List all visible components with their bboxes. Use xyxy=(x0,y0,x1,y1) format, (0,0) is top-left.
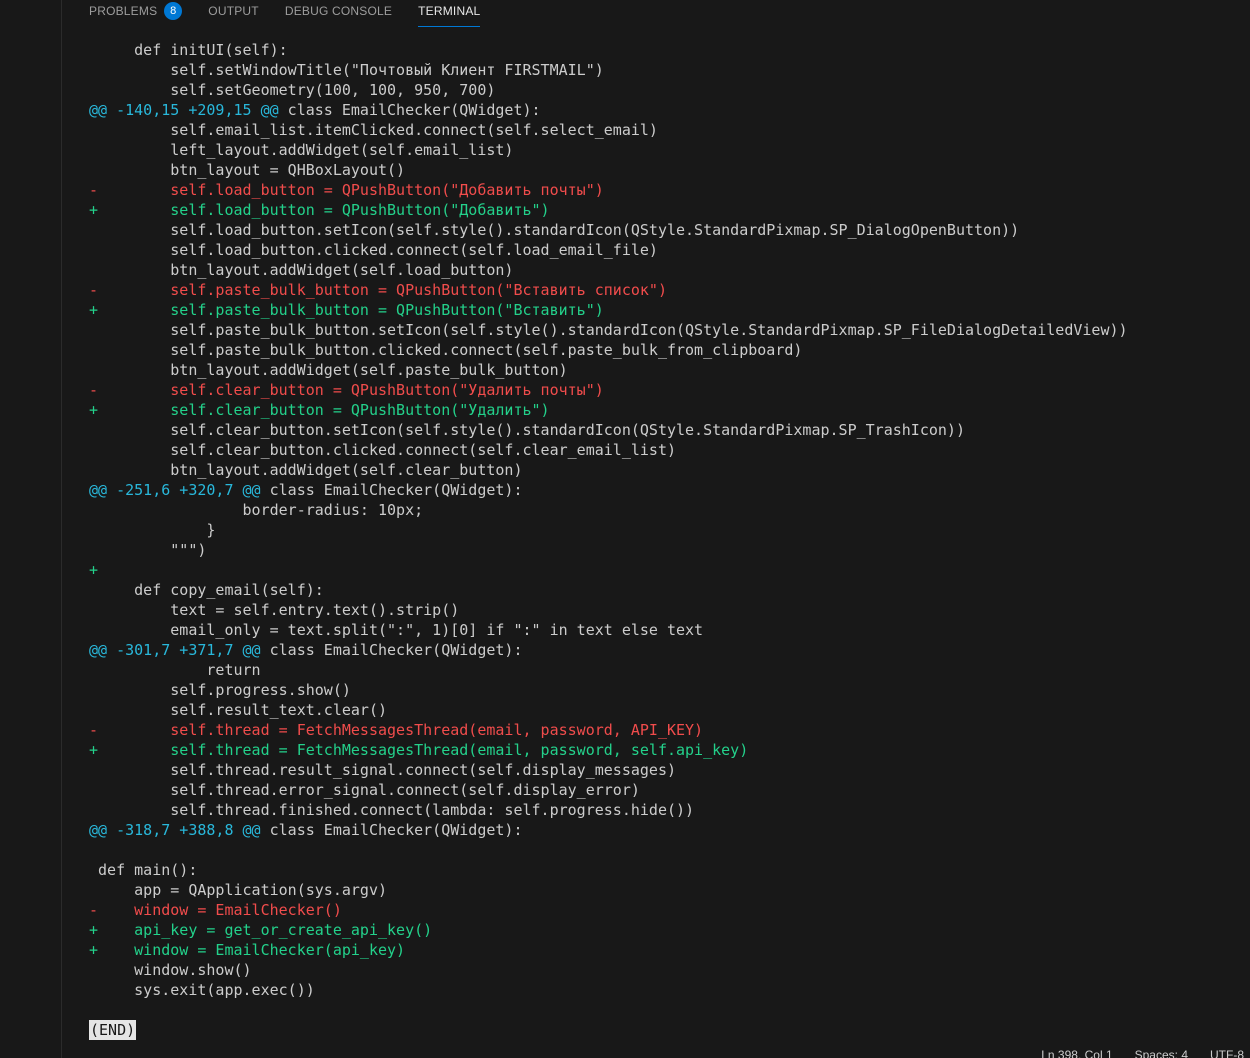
diff-line-context: btn_layout = QHBoxLayout() xyxy=(89,161,406,179)
diff-line-context: self.paste_bulk_button.setIcon(self.styl… xyxy=(89,321,1128,339)
diff-line-added: + self.thread = FetchMessagesThread(emai… xyxy=(89,741,749,759)
diff-line-context: self.load_button.setIcon(self.style().st… xyxy=(89,221,1020,239)
diff-hunk-header: @@ -251,6 +320,7 @@ class EmailChecker(Q… xyxy=(89,480,1128,500)
diff-line-context: self.email_list.itemClicked.connect(self… xyxy=(89,121,658,139)
terminal-output[interactable]: def initUI(self): self.setWindowTitle("П… xyxy=(89,40,1128,1040)
activity-bar xyxy=(0,0,62,1058)
diff-line-context xyxy=(89,1000,1128,1020)
diff-line-context: btn_layout.addWidget(self.paste_bulk_but… xyxy=(89,361,568,379)
tab-output-label: OUTPUT xyxy=(208,4,259,18)
diff-line-context: def initUI(self): xyxy=(89,41,288,59)
status-bar: Ln 398, Col 1 Spaces: 4 UTF-8 xyxy=(1041,1048,1250,1058)
diff-line-context: window.show() xyxy=(89,961,252,979)
hunk-context: class EmailChecker(QWidget): xyxy=(260,481,523,499)
diff-line-added: + window = EmailChecker(api_key) xyxy=(89,941,406,959)
encoding-setting[interactable]: UTF-8 xyxy=(1210,1048,1244,1058)
diff-line-context: btn_layout.addWidget(self.clear_button) xyxy=(89,461,523,479)
diff-line-added: + self.clear_button = QPushButton("Удали… xyxy=(89,401,550,419)
diff-line-context: def copy_email(self): xyxy=(89,581,324,599)
vscode-panel: PROBLEMS 8 OUTPUT DEBUG CONSOLE TERMINAL… xyxy=(0,0,1250,1058)
cursor-position[interactable]: Ln 398, Col 1 xyxy=(1041,1048,1112,1058)
diff-line-context: email_only = text.split(":", 1)[0] if ":… xyxy=(89,621,704,639)
diff-hunk-header: @@ -318,7 +388,8 @@ class EmailChecker(Q… xyxy=(89,820,1128,840)
diff-line-context: self.load_button.clicked.connect(self.lo… xyxy=(89,241,658,259)
end-label: (END) xyxy=(89,1020,137,1040)
diff-line-context: def main(): xyxy=(89,861,198,879)
diff-line-context: self.result_text.clear() xyxy=(89,701,388,719)
diff-line-removed: - self.clear_button = QPushButton("Удали… xyxy=(89,381,604,399)
diff-line-context: self.progress.show() xyxy=(89,681,351,699)
diff-line-context: self.setWindowTitle("Почтовый Клиент FIR… xyxy=(89,61,604,79)
diff-line-removed: - window = EmailChecker() xyxy=(89,901,342,919)
diff-line-context: left_layout.addWidget(self.email_list) xyxy=(89,141,514,159)
diff-line-removed: - self.thread = FetchMessagesThread(emai… xyxy=(89,721,704,739)
diff-line-context: app = QApplication(sys.argv) xyxy=(89,881,388,899)
hunk-range: @@ -251,6 +320,7 @@ xyxy=(89,481,261,499)
diff-line-context: btn_layout.addWidget(self.load_button) xyxy=(89,261,514,279)
tab-debug-console[interactable]: DEBUG CONSOLE xyxy=(272,0,405,26)
diff-line-added: + api_key = get_or_create_api_key() xyxy=(89,921,433,939)
diff-line-context: return xyxy=(89,661,261,679)
tab-debug-console-label: DEBUG CONSOLE xyxy=(284,4,393,18)
diff-line-context: sys.exit(app.exec()) xyxy=(89,981,315,999)
diff-line-removed: - self.paste_bulk_button = QPushButton("… xyxy=(89,281,667,299)
tab-problems-label: PROBLEMS xyxy=(89,4,158,18)
hunk-context: class EmailChecker(QWidget): xyxy=(260,821,523,839)
diff-hunk-header: @@ -140,15 +209,15 @@ class EmailChecker… xyxy=(89,100,1128,120)
diff-line-context: border-radius: 10px; xyxy=(89,501,424,519)
diff-line-context: } xyxy=(89,521,216,539)
tab-problems[interactable]: PROBLEMS 8 xyxy=(76,0,195,26)
diff-line-context: self.clear_button.clicked.connect(self.c… xyxy=(89,441,676,459)
diff-line-context xyxy=(89,840,1128,860)
diff-line-context: self.paste_bulk_button.clicked.connect(s… xyxy=(89,341,803,359)
tab-terminal-label: TERMINAL xyxy=(418,4,481,18)
tab-terminal[interactable]: TERMINAL xyxy=(405,0,493,27)
diff-line-context: self.thread.finished.connect(lambda: sel… xyxy=(89,801,695,819)
diff-line-context: self.thread.error_signal.connect(self.di… xyxy=(89,781,640,799)
diff-line-context: """) xyxy=(89,541,207,559)
diff-line-added: + xyxy=(89,561,99,579)
diff-line-context: self.setGeometry(100, 100, 950, 700) xyxy=(89,81,496,99)
hunk-range: @@ -318,7 +388,8 @@ xyxy=(89,821,261,839)
panel-tabs: PROBLEMS 8 OUTPUT DEBUG CONSOLE TERMINAL xyxy=(76,0,493,27)
hunk-range: @@ -140,15 +209,15 @@ xyxy=(89,101,279,119)
diff-line-context: self.clear_button.setIcon(self.style().s… xyxy=(89,421,965,439)
diff-line-added: + self.load_button = QPushButton("Добави… xyxy=(89,201,550,219)
hunk-context: class EmailChecker(QWidget): xyxy=(278,101,541,119)
diff-line-added: + self.paste_bulk_button = QPushButton("… xyxy=(89,301,604,319)
diff-line-removed: - self.load_button = QPushButton("Добави… xyxy=(89,181,604,199)
tab-output[interactable]: OUTPUT xyxy=(195,0,272,26)
indentation-setting[interactable]: Spaces: 4 xyxy=(1135,1048,1188,1058)
hunk-context: class EmailChecker(QWidget): xyxy=(260,641,523,659)
diff-hunk-header: @@ -301,7 +371,7 @@ class EmailChecker(Q… xyxy=(89,640,1128,660)
pager-end-marker: (END) xyxy=(89,1020,1128,1040)
diff-line-context: self.thread.result_signal.connect(self.d… xyxy=(89,761,676,779)
problems-count-badge: 8 xyxy=(164,2,183,20)
hunk-range: @@ -301,7 +371,7 @@ xyxy=(89,641,261,659)
diff-line-context: text = self.entry.text().strip() xyxy=(89,601,460,619)
